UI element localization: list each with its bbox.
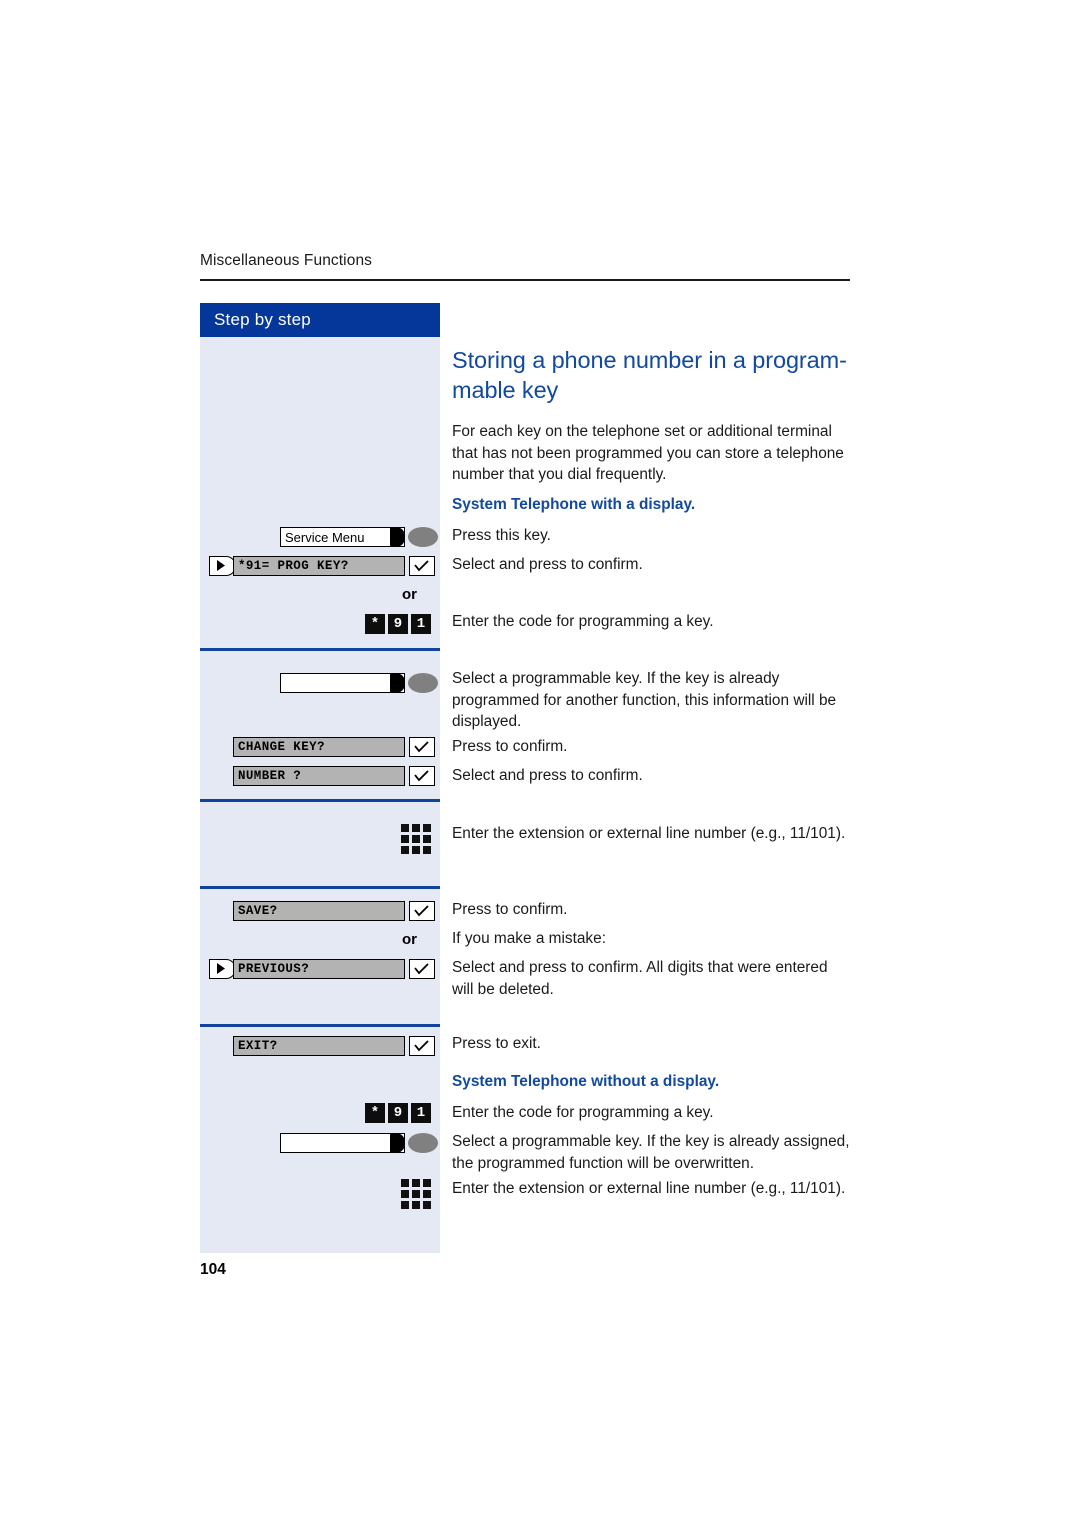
step-press-this-key: Press this key. (452, 527, 551, 544)
scroll-arrow-icon-2[interactable] (209, 959, 236, 979)
page-title: Storing a phone number in a program- mab… (452, 347, 847, 403)
previous-display-line[interactable]: PREVIOUS? (233, 959, 405, 979)
confirm-key-5[interactable] (409, 959, 435, 979)
step-select-confirm-delete: Select and press to confirm. All digits … (452, 959, 828, 998)
step-select-confirm-2: Select and press to confirm. (452, 767, 643, 784)
page-number: 104 (200, 1261, 226, 1278)
sidebar-header-label: Step by step (214, 310, 311, 329)
sidebar-header: Step by step (200, 303, 440, 337)
step-enter-extension-2: Enter the extension or external line num… (452, 1180, 846, 1197)
keypad-icon-2[interactable] (401, 1179, 431, 1209)
programmable-key-2-led (408, 1133, 438, 1153)
running-head: Miscellaneous Functions (200, 252, 373, 269)
confirm-key-2[interactable] (409, 737, 435, 757)
dial-key-9-2[interactable]: 9 (388, 1103, 408, 1123)
service-menu-key-label: Service Menu (285, 530, 365, 545)
step-if-mistake: If you make a mistake: (452, 930, 606, 947)
save-display-line[interactable]: SAVE? (233, 901, 405, 921)
or-marker-2: or (402, 931, 417, 948)
or-marker-1: or (402, 586, 417, 603)
step-select-programmable-key: Select a programmable key. If the key is… (452, 670, 837, 730)
scroll-arrow-icon-1[interactable] (209, 556, 236, 576)
dial-key-star-2[interactable]: * (365, 1103, 385, 1123)
confirm-key-4[interactable] (409, 901, 435, 921)
step-enter-code-2: Enter the code for programming a key. (452, 1104, 714, 1121)
step-press-confirm-1: Press to confirm. (452, 738, 568, 755)
prog-key-display-line[interactable]: *91= PROG KEY? (233, 556, 405, 576)
save-display-text: SAVE? (238, 904, 278, 918)
change-key-display-text: CHANGE KEY? (238, 740, 325, 754)
number-display-text: NUMBER ? (238, 769, 302, 783)
change-key-display-line[interactable]: CHANGE KEY? (233, 737, 405, 757)
confirm-key-3[interactable] (409, 766, 435, 786)
step-press-confirm-2: Press to confirm. (452, 901, 568, 918)
dial-key-1-2[interactable]: 1 (411, 1103, 431, 1123)
number-display-line[interactable]: NUMBER ? (233, 766, 405, 786)
subhead-with-display: System Telephone with a display. (452, 496, 696, 513)
keypad-icon-1[interactable] (401, 824, 431, 854)
service-menu-key-led (408, 527, 438, 547)
step-by-step-sidebar: Step by step Service Menu *91= PROG KEY?… (200, 303, 440, 1253)
previous-display-text: PREVIOUS? (238, 962, 310, 976)
prog-key-display-text: *91= PROG KEY? (238, 559, 349, 573)
step-enter-extension-1: Enter the extension or external line num… (452, 825, 846, 842)
exit-display-text: EXIT? (238, 1039, 278, 1053)
manual-page: Miscellaneous Functions Step by step Ser… (0, 0, 1080, 1528)
section-divider-2 (200, 799, 440, 802)
step-select-confirm-1: Select and press to confirm. (452, 556, 643, 573)
dial-key-1-1[interactable]: 1 (411, 614, 431, 634)
dial-key-star-1[interactable]: * (365, 614, 385, 634)
step-select-programmable-key-2: Select a programmable key. If the key is… (452, 1133, 850, 1172)
section-divider-4 (200, 1024, 440, 1027)
step-enter-code: Enter the code for programming a key. (452, 613, 714, 630)
service-menu-key[interactable]: Service Menu (280, 527, 405, 547)
exit-display-line[interactable]: EXIT? (233, 1036, 405, 1056)
confirm-key-6[interactable] (409, 1036, 435, 1056)
programmable-key-2[interactable] (280, 1133, 405, 1153)
programmable-key-1-led (408, 673, 438, 693)
section-divider-3 (200, 886, 440, 889)
confirm-key-1[interactable] (409, 556, 435, 576)
running-head-rule (200, 279, 850, 281)
dial-key-9-1[interactable]: 9 (388, 614, 408, 634)
intro-paragraph: For each key on the telephone set or add… (452, 423, 844, 483)
subhead-without-display: System Telephone without a display. (452, 1073, 720, 1090)
section-divider-1 (200, 648, 440, 651)
step-press-exit: Press to exit. (452, 1035, 541, 1052)
programmable-key-1[interactable] (280, 673, 405, 693)
